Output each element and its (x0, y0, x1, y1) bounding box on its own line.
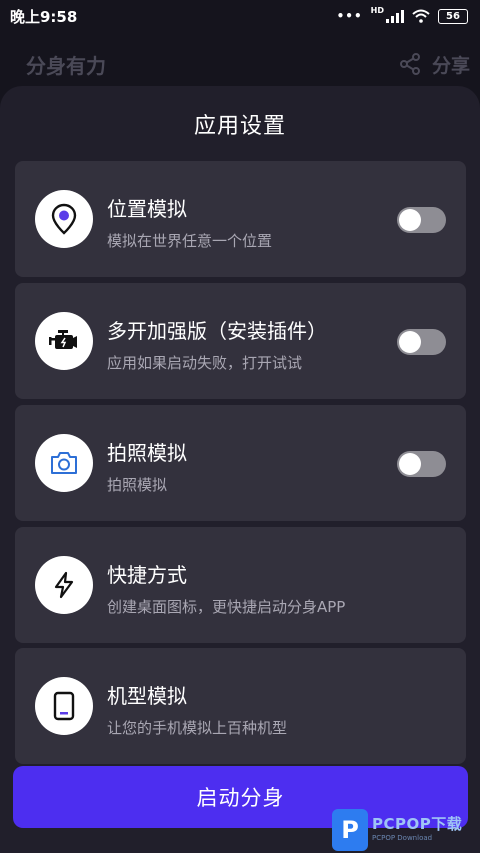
background-header: 分身有力 分享 (0, 44, 480, 84)
watermark: P PCPOP下载 PCPOP Download (332, 806, 480, 853)
card-subtitle: 模拟在世界任意一个位置 (107, 232, 273, 250)
signal-icon (386, 9, 404, 23)
watermark-text: PCPOP下载 PCPOP Download (372, 817, 462, 842)
battery-indicator: 56 (438, 8, 468, 24)
engine-icon (49, 330, 77, 349)
camera-toggle[interactable] (397, 451, 446, 477)
watermark-logo: P (332, 808, 368, 851)
share-icon (399, 53, 420, 75)
card-title: 快捷方式 (107, 563, 187, 587)
card-device-model[interactable]: 机型模拟 让您的手机模拟上百种机型 (15, 648, 466, 764)
multi-open-toggle[interactable] (397, 329, 446, 355)
share-button: 分享 (398, 51, 470, 78)
sheet-title: 应用设置 (193, 114, 286, 139)
lightning-icon-badge (35, 556, 93, 614)
card-title: 多开加强版（安装插件） (107, 319, 327, 343)
card-subtitle: 创建桌面图标，更快捷启动分身APP (107, 598, 346, 616)
card-subtitle: 让您的手机模拟上百种机型 (107, 719, 288, 737)
wifi-icon (412, 9, 430, 23)
engine-icon-badge (35, 312, 93, 370)
toggle-knob (399, 209, 421, 231)
card-subtitle: 应用如果启动失败，打开试试 (107, 354, 303, 372)
share-label: 分享 (431, 54, 470, 77)
status-bar: 晚上9:58 ••• HD 56 (0, 0, 480, 32)
card-title: 位置模拟 (107, 197, 187, 221)
phone-icon (53, 691, 75, 721)
card-location-simulation[interactable]: 位置模拟 模拟在世界任意一个位置 (15, 161, 466, 277)
toggle-knob (399, 453, 421, 475)
status-time: 晚上9:58 (10, 7, 78, 26)
camera-icon-badge (35, 434, 93, 492)
card-title: 机型模拟 (107, 684, 187, 708)
phone-icon-badge (35, 677, 93, 735)
status-icons: ••• HD 56 (336, 5, 468, 24)
location-toggle[interactable] (397, 207, 446, 233)
watermark-main: PCPOP下载 (372, 815, 463, 833)
network-type: HD (370, 5, 384, 15)
lightning-icon (54, 571, 74, 599)
card-subtitle: 拍照模拟 (107, 476, 168, 494)
card-camera-simulation[interactable]: 拍照模拟 拍照模拟 (15, 405, 466, 521)
card-multi-open-plugin[interactable]: 多开加强版（安装插件） 应用如果启动失败，打开试试 (15, 283, 466, 399)
camera-icon (51, 452, 77, 474)
card-shortcut[interactable]: 快捷方式 创建桌面图标，更快捷启动分身APP (15, 527, 466, 643)
location-icon-badge (35, 190, 93, 248)
watermark-sub: PCPOP Download (372, 834, 433, 842)
toggle-knob (399, 331, 421, 353)
card-title: 拍照模拟 (107, 441, 187, 465)
background-app-title: 分身有力 (26, 53, 106, 78)
more-dots-icon: ••• (336, 9, 363, 23)
location-pin-icon (51, 203, 77, 235)
